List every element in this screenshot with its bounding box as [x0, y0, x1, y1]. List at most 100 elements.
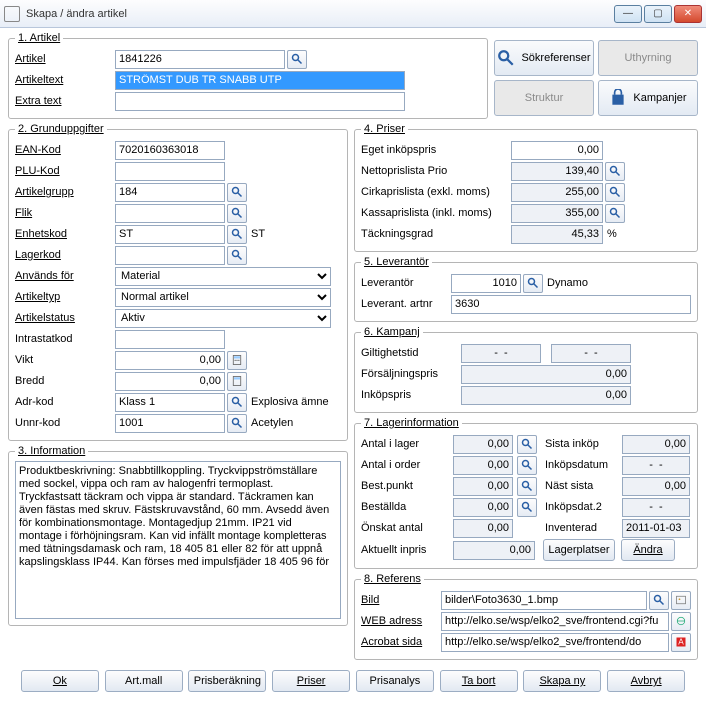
information-textarea[interactable]: Produktbeskrivning: Snabbtillkoppling. T… [15, 461, 341, 619]
vikt-input[interactable] [115, 351, 225, 370]
footer-buttons: Ok Art.mall Prisberäkning Priser Prisana… [8, 664, 698, 698]
bredd-input[interactable] [115, 372, 225, 391]
search-icon [497, 49, 515, 67]
minimize-button[interactable]: — [614, 5, 642, 23]
avbryt-button[interactable]: Avbryt [607, 670, 685, 692]
bild-lookup[interactable] [649, 591, 669, 610]
tack-unit: % [607, 228, 617, 240]
tabort-button[interactable]: Ta bort [440, 670, 518, 692]
cirka-input [511, 183, 603, 202]
lager-lookup[interactable] [227, 246, 247, 265]
extratext-input[interactable] [115, 92, 405, 111]
skapany-button[interactable]: Skapa ny [523, 670, 601, 692]
netto-lookup[interactable] [605, 162, 625, 181]
lev-name: Dynamo [547, 277, 588, 289]
levart-input[interactable] [451, 295, 691, 314]
onskat-label: Önskat antal [361, 522, 451, 534]
legend-lager7: 7. Lagerinformation [361, 417, 462, 429]
artikel-lookup[interactable] [287, 50, 307, 69]
bestallda-lookup[interactable] [517, 498, 537, 517]
priser-button[interactable]: Priser [272, 670, 350, 692]
ean-input[interactable] [115, 141, 225, 160]
eget-input[interactable] [511, 141, 603, 160]
image-icon [675, 594, 687, 606]
cirka-lookup[interactable] [605, 183, 625, 202]
nast-input [622, 477, 690, 496]
web-open[interactable] [671, 612, 691, 631]
section-lager: 7. Lagerinformation Antal i lager Sista … [354, 417, 698, 569]
unnr-input[interactable] [115, 414, 225, 433]
acrobat-input[interactable] [441, 633, 669, 652]
flik-lookup[interactable] [227, 204, 247, 223]
artmall-button[interactable]: Art.mall [105, 670, 183, 692]
bild-open[interactable] [671, 591, 691, 610]
lev-input[interactable] [451, 274, 521, 293]
section-grunduppgifter: 2. Grunduppgifter EAN-Kod PLU-Kod Artike… [8, 123, 348, 441]
uthyrning-button[interactable]: Uthyrning [598, 40, 698, 76]
lager-input[interactable] [115, 246, 225, 265]
inkop-label: Inköpspris [361, 389, 461, 401]
uthyrning-label: Uthyrning [624, 52, 671, 64]
kampanjer-button[interactable]: Kampanjer [598, 80, 698, 116]
bestpunkt-lookup[interactable] [517, 477, 537, 496]
maximize-button[interactable]: ▢ [644, 5, 672, 23]
vikt-calc[interactable] [227, 351, 247, 370]
vikt-label: Vikt [15, 354, 115, 366]
bag-icon [609, 89, 627, 107]
inkopsdat2-label: Inköpsdat.2 [545, 501, 620, 513]
prisberakning-button[interactable]: Prisberäkning [188, 670, 266, 692]
flik-input[interactable] [115, 204, 225, 223]
antal-lager-input [453, 435, 513, 454]
nast-label: Näst sista [545, 480, 620, 492]
kassa-lookup[interactable] [605, 204, 625, 223]
ok-button[interactable]: Ok [21, 670, 99, 692]
forsalj-input [461, 365, 631, 384]
anvands-label: Används för [15, 270, 115, 282]
lev-lookup[interactable] [523, 274, 543, 293]
struktur-button[interactable]: Struktur [494, 80, 594, 116]
adr-lookup[interactable] [227, 393, 247, 412]
antal-lager-lookup[interactable] [517, 435, 537, 454]
lev-label: Leverantör [361, 277, 451, 289]
acrobat-open[interactable]: A [671, 633, 691, 652]
artikeltext-input[interactable] [115, 71, 405, 90]
inkopsdat2-input [622, 498, 690, 517]
antal-order-lookup[interactable] [517, 456, 537, 475]
artikeltyp-select[interactable]: Normal artikel [115, 288, 331, 307]
artikel-input[interactable] [115, 50, 285, 69]
unnr-lookup[interactable] [227, 414, 247, 433]
web-input[interactable] [441, 612, 669, 631]
kampanjer-label: Kampanjer [633, 92, 686, 104]
legend-artikel: 1. Artikel [15, 32, 63, 44]
andra-button[interactable]: Ändra [621, 539, 675, 561]
sista-input [622, 435, 690, 454]
pdf-icon: A [675, 636, 687, 648]
plu-label: PLU-Kod [15, 165, 115, 177]
artgrp-input[interactable] [115, 183, 225, 202]
bestallda-input [453, 498, 513, 517]
enhet-input[interactable] [115, 225, 225, 244]
sokreferenser-button[interactable]: Sökreferenser [494, 40, 594, 76]
section-priser: 4. Priser Eget inköpspris Nettoprislista… [354, 123, 698, 252]
plu-input[interactable] [115, 162, 225, 181]
antal-order-input [453, 456, 513, 475]
bild-input[interactable] [441, 591, 647, 610]
enhet-label: Enhetskod [15, 228, 115, 240]
bredd-calc[interactable] [227, 372, 247, 391]
forsalj-label: Försäljningspris [361, 368, 461, 380]
close-button[interactable]: ✕ [674, 5, 702, 23]
artgrp-label: Artikelgrupp [15, 186, 115, 198]
enhet-lookup[interactable] [227, 225, 247, 244]
netto-label: Nettoprislista Prio [361, 165, 511, 177]
anvands-select[interactable]: Material [115, 267, 331, 286]
intrastat-input[interactable] [115, 330, 225, 349]
lagerplatser-button[interactable]: Lagerplatser [543, 539, 615, 561]
svg-text:A: A [678, 637, 684, 646]
inventerad-label: Inventerad [545, 522, 620, 534]
prisanalys-button[interactable]: Prisanalys [356, 670, 434, 692]
calculator-icon [231, 375, 243, 387]
artgrp-lookup[interactable] [227, 183, 247, 202]
onskat-input [453, 519, 513, 538]
adr-input[interactable] [115, 393, 225, 412]
artstatus-select[interactable]: Aktiv [115, 309, 331, 328]
